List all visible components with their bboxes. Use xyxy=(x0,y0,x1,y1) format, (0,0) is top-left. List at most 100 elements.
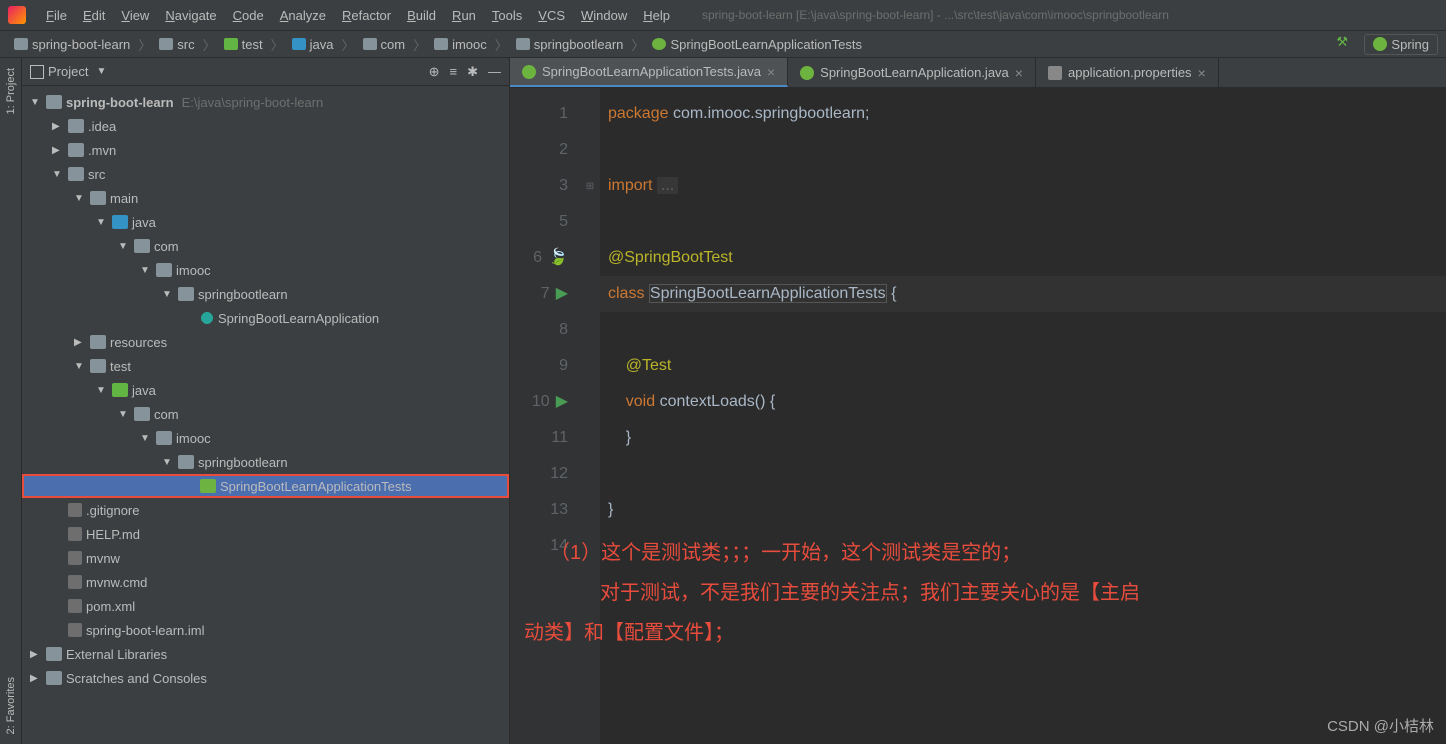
tab-springbootlearnapplication-java[interactable]: SpringBootLearnApplication.java× xyxy=(788,58,1036,87)
tree-node-scratches-and-consoles[interactable]: ▶Scratches and Consoles xyxy=(22,666,509,690)
close-icon[interactable]: × xyxy=(767,64,775,80)
tree-arrow-icon[interactable]: ▼ xyxy=(118,409,130,420)
code-line-6[interactable]: @SpringBootTest xyxy=(600,240,1446,276)
menu-view[interactable]: View xyxy=(113,4,157,27)
tree-node--mvn[interactable]: ▶.mvn xyxy=(22,138,509,162)
tree-arrow-icon[interactable]: ▼ xyxy=(140,433,152,444)
line-number[interactable]: 11 xyxy=(510,420,568,456)
code-line-3[interactable]: import ... xyxy=(600,168,1446,204)
line-number[interactable]: 12 xyxy=(510,456,568,492)
code-line-7[interactable]: class SpringBootLearnApplicationTests { xyxy=(600,276,1446,312)
tree-node-springbootlearn[interactable]: ▼springbootlearn xyxy=(22,282,509,306)
fold-marker[interactable] xyxy=(580,132,600,168)
gear-icon[interactable]: ✱ xyxy=(467,64,478,80)
tree-node--gitignore[interactable]: .gitignore xyxy=(22,498,509,522)
fold-marker[interactable] xyxy=(580,276,600,312)
tree-node-com[interactable]: ▼com xyxy=(22,234,509,258)
code-line-11[interactable]: } xyxy=(600,420,1446,456)
breadcrumb-src[interactable]: src xyxy=(153,35,200,54)
tree-node-springbootlearn[interactable]: ▼springbootlearn xyxy=(22,450,509,474)
line-number[interactable]: 6🍃 xyxy=(510,240,568,276)
run-config-button[interactable]: Spring xyxy=(1364,34,1438,55)
code-line-8[interactable] xyxy=(600,312,1446,348)
tree-arrow-icon[interactable]: ▼ xyxy=(52,169,64,180)
menu-run[interactable]: Run xyxy=(444,4,484,27)
line-number[interactable]: 13 xyxy=(510,492,568,528)
tab-application-properties[interactable]: application.properties× xyxy=(1036,58,1219,87)
line-number[interactable]: 1 xyxy=(510,96,568,132)
line-number[interactable]: 3 xyxy=(510,168,568,204)
breadcrumb-spring-boot-learn[interactable]: spring-boot-learn xyxy=(8,35,136,54)
tree-node-spring-boot-learn-iml[interactable]: spring-boot-learn.iml xyxy=(22,618,509,642)
tree-arrow-icon[interactable]: ▼ xyxy=(162,289,174,300)
tree-arrow-icon[interactable]: ▼ xyxy=(162,457,174,468)
collapse-icon[interactable]: ≡ xyxy=(450,64,458,80)
breadcrumb-java[interactable]: java xyxy=(286,35,340,54)
tree-node-imooc[interactable]: ▼imooc xyxy=(22,258,509,282)
menu-tools[interactable]: Tools xyxy=(484,4,530,27)
fold-marker[interactable] xyxy=(580,312,600,348)
hammer-icon[interactable]: ⚒ xyxy=(1336,34,1356,54)
tree-node-java[interactable]: ▼java xyxy=(22,378,509,402)
code-editor[interactable]: 12356🍃7▶8910▶11121314 ⊞ package com.imoo… xyxy=(510,88,1446,744)
fold-marker[interactable] xyxy=(580,492,600,528)
locate-icon[interactable]: ⊕ xyxy=(429,64,440,80)
tree-node-springbootlearnapplicationtests[interactable]: SpringBootLearnApplicationTests xyxy=(22,474,509,498)
tree-node-mvnw[interactable]: mvnw xyxy=(22,546,509,570)
fold-marker[interactable] xyxy=(580,420,600,456)
tree-node-test[interactable]: ▼test xyxy=(22,354,509,378)
fold-marker[interactable] xyxy=(580,96,600,132)
fold-marker[interactable]: ⊞ xyxy=(580,168,600,204)
tree-node-spring-boot-learn[interactable]: ▼spring-boot-learnE:\java\spring-boot-le… xyxy=(22,90,509,114)
tree-arrow-icon[interactable]: ▶ xyxy=(74,337,86,348)
tree-arrow-icon[interactable]: ▼ xyxy=(74,361,86,372)
run-gutter-icon[interactable]: ▶ xyxy=(556,384,568,420)
line-number[interactable]: 7▶ xyxy=(510,276,568,312)
line-number[interactable]: 8 xyxy=(510,312,568,348)
tree-arrow-icon[interactable]: ▼ xyxy=(96,385,108,396)
project-tree[interactable]: ▼spring-boot-learnE:\java\spring-boot-le… xyxy=(22,86,509,744)
line-number[interactable]: 9 xyxy=(510,348,568,384)
tree-node-com[interactable]: ▼com xyxy=(22,402,509,426)
tree-node-springbootlearnapplication[interactable]: SpringBootLearnApplication xyxy=(22,306,509,330)
menu-build[interactable]: Build xyxy=(399,4,444,27)
line-number[interactable]: 5 xyxy=(510,204,568,240)
tab-springbootlearnapplicationtests-java[interactable]: SpringBootLearnApplicationTests.java× xyxy=(510,58,788,87)
tree-arrow-icon[interactable]: ▼ xyxy=(30,97,42,108)
breadcrumb-springbootlearnapplicationtests[interactable]: SpringBootLearnApplicationTests xyxy=(646,35,868,54)
tree-node-java[interactable]: ▼java xyxy=(22,210,509,234)
code-line-1[interactable]: package com.imooc.springbootlearn; xyxy=(600,96,1446,132)
menu-code[interactable]: Code xyxy=(225,4,272,27)
close-icon[interactable]: × xyxy=(1015,65,1023,81)
line-number[interactable]: 2 xyxy=(510,132,568,168)
tool-window-favorites[interactable]: 2: Favorites xyxy=(5,677,17,734)
code-line-2[interactable] xyxy=(600,132,1446,168)
code-line-12[interactable] xyxy=(600,456,1446,492)
tree-arrow-icon[interactable]: ▶ xyxy=(52,121,64,132)
dropdown-arrow-icon[interactable]: ▼ xyxy=(96,66,106,77)
tool-window-project[interactable]: 1: Project xyxy=(5,68,17,114)
fold-marker[interactable] xyxy=(580,204,600,240)
tree-node--idea[interactable]: ▶.idea xyxy=(22,114,509,138)
menu-file[interactable]: File xyxy=(38,4,75,27)
code-line-13[interactable]: } xyxy=(600,492,1446,528)
line-number[interactable]: 10▶ xyxy=(510,384,568,420)
menu-help[interactable]: Help xyxy=(635,4,678,27)
tree-arrow-icon[interactable]: ▼ xyxy=(96,217,108,228)
code-line-5[interactable] xyxy=(600,204,1446,240)
breadcrumb-imooc[interactable]: imooc xyxy=(428,35,493,54)
tree-node-main[interactable]: ▼main xyxy=(22,186,509,210)
tree-node-resources[interactable]: ▶resources xyxy=(22,330,509,354)
breadcrumb-com[interactable]: com xyxy=(357,35,412,54)
run-gutter-icon[interactable]: ▶ xyxy=(556,276,568,312)
fold-marker[interactable] xyxy=(580,348,600,384)
menu-refactor[interactable]: Refactor xyxy=(334,4,399,27)
tree-node-external-libraries[interactable]: ▶External Libraries xyxy=(22,642,509,666)
code-line-10[interactable]: void contextLoads() { xyxy=(600,384,1446,420)
tree-node-mvnw-cmd[interactable]: mvnw.cmd xyxy=(22,570,509,594)
tree-node-src[interactable]: ▼src xyxy=(22,162,509,186)
tree-arrow-icon[interactable]: ▶ xyxy=(52,145,64,156)
menu-navigate[interactable]: Navigate xyxy=(157,4,224,27)
tree-node-pom-xml[interactable]: pom.xml xyxy=(22,594,509,618)
menu-window[interactable]: Window xyxy=(573,4,635,27)
